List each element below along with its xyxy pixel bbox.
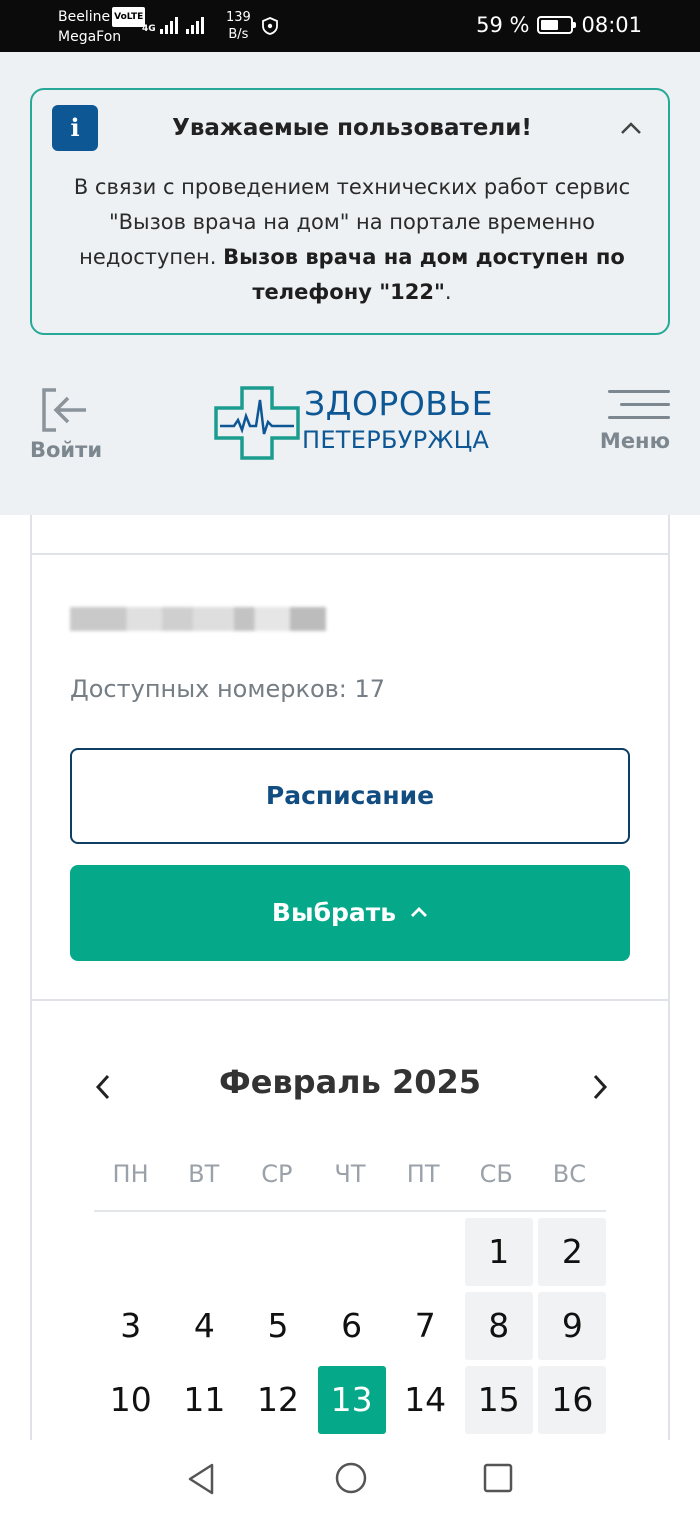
calendar-day[interactable]: 2 [538,1218,607,1286]
info-icon: i [52,105,98,151]
weekday-label: ВТ [188,1160,220,1188]
battery-fill [541,20,559,30]
hamburger-line [608,416,670,419]
login-button[interactable]: Войти [30,386,106,462]
weekday-label: СБ [479,1160,513,1188]
carrier-info: Beeline VoLTE MegaFon [58,7,146,47]
weekday-label: СР [261,1160,293,1188]
calendar-day[interactable]: 9 [538,1292,607,1360]
notice-title: Уважаемые пользователи! [172,115,532,141]
back-icon[interactable] [184,1461,218,1497]
calendar-day[interactable]: 12 [244,1366,312,1434]
card-border-right [668,515,670,1440]
medical-cross-logo-icon [214,386,300,460]
hamburger-line [608,390,670,393]
carrier-1: Beeline [58,9,111,25]
notice-text-bold: Вызов врача на дом доступен по телефону … [223,245,625,304]
system-nav-bar [0,1440,700,1517]
calendar-day[interactable]: 7 [391,1292,459,1360]
signal-indicators: 4G [142,14,204,34]
battery-icon [537,16,577,34]
shield-icon [262,17,278,35]
calendar-day[interactable]: 5 [244,1292,312,1360]
chevron-up-icon [411,907,428,917]
network-type: 4G [142,24,156,34]
calendar-day[interactable]: 16 [538,1366,607,1434]
weekday-label: ПТ [406,1160,440,1188]
calendar-weekdays: ПН ВТ СР ЧТ ПТ СБ ВС [94,1160,606,1200]
calendar-month-title: Февраль 2025 [218,1063,482,1101]
network-speed-value: 139 [226,10,251,25]
calendar-day[interactable]: 14 [391,1366,459,1434]
signal-bars-1-icon [159,14,178,34]
home-icon[interactable] [334,1461,368,1495]
doctor-name-redacted [70,607,326,631]
network-speed-unit: B/s [228,27,249,42]
choose-button-label: Выбрать [271,898,397,927]
notice-text: В связи с проведением технических работ … [54,170,650,310]
weekday-label: ЧТ [334,1160,366,1188]
card-border-left [30,515,32,1440]
calendar-day[interactable]: 6 [318,1292,386,1360]
login-label: Войти [30,438,103,462]
calendar-day[interactable]: 8 [464,1292,533,1360]
clock: 08:01 [581,13,642,37]
main-content: Доступных номерков: 17 Расписание Выбрат… [0,515,700,1440]
calendar-day[interactable]: 15 [464,1366,533,1434]
chevron-right-icon[interactable] [585,1070,615,1104]
menu-label: Меню [599,429,670,453]
calendar-day[interactable]: 3 [97,1292,165,1360]
logo-line-1: ЗДОРОВЬЕ [304,384,493,423]
maintenance-notice: i Уважаемые пользователи! В связи с пров… [30,88,670,335]
calendar-day[interactable]: 4 [170,1292,238,1360]
calendar-day[interactable]: 10 [97,1366,165,1434]
chevron-up-icon[interactable] [620,120,642,136]
schedule-button[interactable]: Расписание [70,748,630,844]
logo-line-2: ПЕТЕРБУРЖЦА [302,426,490,454]
status-bar: Beeline VoLTE MegaFon 4G 139 B/s 59 % 08:… [0,0,700,52]
menu-button[interactable]: Меню [598,390,670,453]
divider [30,999,670,1001]
calendar-day[interactable]: 11 [170,1366,238,1434]
signal-bars-2-icon [185,14,204,34]
weekday-divider [94,1210,606,1212]
choose-button[interactable]: Выбрать [70,865,630,961]
recent-apps-icon[interactable] [483,1463,513,1493]
available-slots: Доступных номерков: 17 [70,675,386,703]
battery-percent: 59 % [476,13,530,37]
chevron-left-icon[interactable] [88,1070,118,1104]
status-right: 59 % 08:01 [476,13,642,37]
notice-text-end: . [444,280,452,304]
site-header-zone: i Уважаемые пользователи! В связи с пров… [0,52,700,515]
login-icon [42,388,86,432]
calendar-day[interactable]: 1 [464,1218,533,1286]
weekday-label: ПН [112,1160,149,1188]
divider [30,553,670,555]
calendar-day-selected[interactable]: 13 [317,1366,386,1434]
volte-badge: VoLTE [112,7,146,27]
network-speed: 139 B/s [226,9,251,43]
site-logo[interactable]: ЗДОРОВЬЕ ПЕТЕРБУРЖЦА [214,384,504,462]
hamburger-line [620,403,670,406]
weekday-label: ВС [552,1160,587,1188]
carrier-2: MegaFon [58,29,122,45]
